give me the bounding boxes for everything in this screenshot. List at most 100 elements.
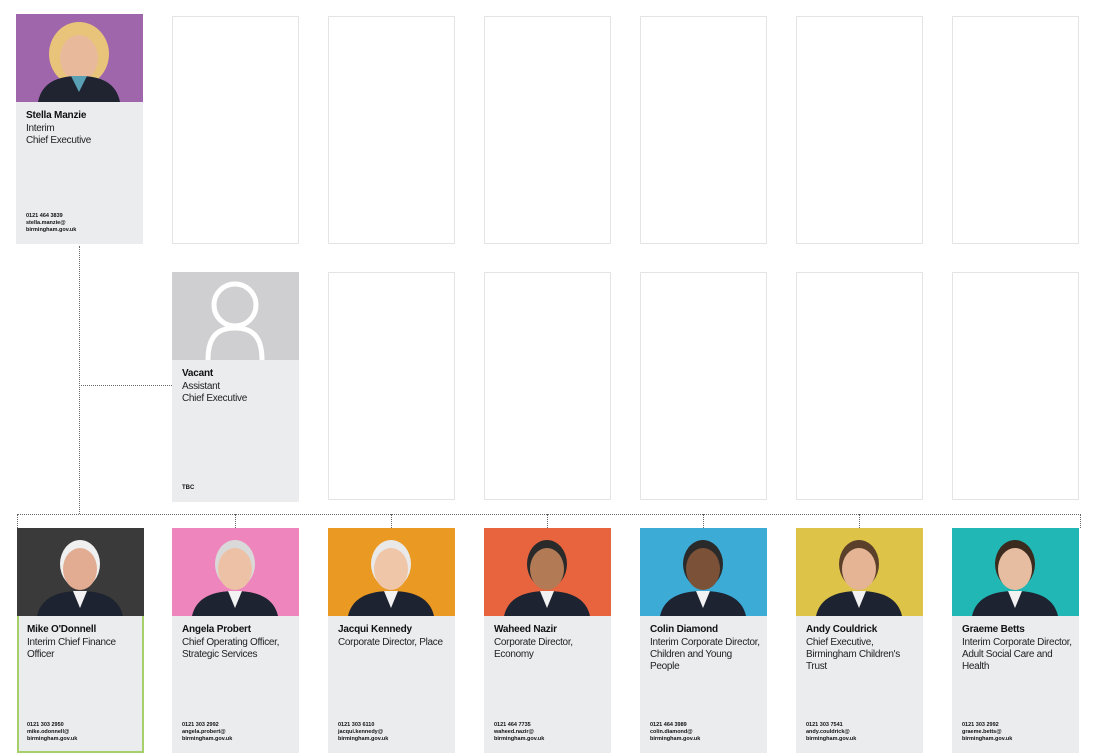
connector-line: [547, 514, 548, 528]
empty-slot: [640, 16, 767, 244]
person-name: Jacqui Kennedy: [338, 624, 412, 635]
phone-number: 0121 464 7735: [494, 722, 531, 728]
contact-details: 0121 303 2992 graeme.betts@ birmingham.gov…: [962, 722, 1012, 743]
job-title: Interim Corporate Director, Adult Social…: [962, 637, 1072, 672]
person-silhouette-icon: [38, 22, 120, 102]
email-domain: birmingham.gov.uk: [338, 736, 389, 742]
job-title: Interim Chief Finance Officer: [27, 637, 116, 660]
connector-line: [859, 514, 860, 528]
phone-number: 0121 303 2992: [962, 722, 999, 728]
email-address[interactable]: colin.diamond@: [650, 729, 700, 736]
email-domain: birmingham.gov.uk: [494, 736, 545, 742]
contact-details: 0121 303 2992 angela.probert@ birmingham.g…: [182, 722, 232, 743]
email-domain: birmingham.gov.uk: [806, 736, 857, 742]
person-name: Andy Couldrick: [806, 624, 878, 635]
connector-line: [79, 246, 80, 514]
contact-details: TBC: [182, 485, 194, 492]
org-card-vacant[interactable]: Vacant Assistant Chief Executive TBC: [172, 272, 299, 502]
contact-details: 0121 303 7541 andy.couldrick@ birmingham.g…: [806, 722, 856, 743]
contact-details: 0121 303 2950 mike.odonnell@ birmingham.go…: [27, 722, 77, 743]
email-domain: birmingham.gov.uk: [650, 736, 701, 742]
phone-number: 0121 303 7541: [806, 722, 843, 728]
person-silhouette-icon: [972, 540, 1058, 616]
job-title: Chief Executive, Birmingham Children's T…: [806, 637, 900, 672]
empty-slot: [952, 272, 1079, 500]
empty-slot: [328, 16, 455, 244]
phone-number: 0121 303 6110: [338, 722, 375, 728]
email-domain: birmingham.gov.uk: [26, 227, 77, 233]
contact-details: 0121 303 6110 jacqui.kennedy@ birmingham.g…: [338, 722, 388, 743]
portrait-photo: [484, 528, 611, 616]
person-silhouette-icon: [348, 540, 434, 616]
person-silhouette-icon: [37, 540, 123, 616]
empty-slot: [172, 16, 299, 244]
job-title: Corporate Director, Economy: [494, 637, 573, 660]
phone-number: 0121 464 3839: [26, 213, 63, 219]
connector-line: [79, 385, 172, 386]
phone-number: 0121 303 2992: [182, 722, 219, 728]
person-silhouette-icon: [816, 540, 902, 616]
empty-slot: [796, 272, 923, 500]
email-address[interactable]: angela.probert@: [182, 729, 232, 736]
contact-details: 0121 464 3839 stella.manzie@ birmingham.…: [26, 213, 76, 234]
org-card-director[interactable]: Graeme Betts Interim Corporate Director, …: [952, 528, 1079, 753]
person-silhouette-icon: [192, 540, 278, 616]
job-title-line: Chief Executive: [182, 393, 247, 404]
empty-slot: [796, 16, 923, 244]
org-card-director[interactable]: Mike O'Donnell Interim Chief Finance Offi…: [17, 528, 144, 753]
portrait-photo: [796, 528, 923, 616]
job-title: Assistant Chief Executive: [182, 381, 293, 405]
org-card-director[interactable]: Colin Diamond Interim Corporate Director,…: [640, 528, 767, 753]
job-title: Chief Operating Officer, Strategic Servi…: [182, 637, 280, 660]
phone-number: 0121 464 3989: [650, 722, 687, 728]
portrait-photo: [328, 528, 455, 616]
empty-slot: [952, 16, 1079, 244]
connector-line: [17, 514, 18, 528]
job-title: Interim Chief Executive: [26, 123, 137, 147]
org-card-director[interactable]: Andy Couldrick Chief Executive, Birmingha…: [796, 528, 923, 753]
email-address[interactable]: stella.manzie@: [26, 220, 76, 227]
job-title: Corporate Director, Place: [338, 637, 443, 648]
org-card-director[interactable]: Jacqui Kennedy Corporate Director, Place 0…: [328, 528, 455, 753]
portrait-photo: [172, 528, 299, 616]
person-name: Colin Diamond: [650, 624, 718, 635]
email-address[interactable]: waheed.nazir@: [494, 729, 544, 736]
org-card-chief-executive[interactable]: Stella Manzie Interim Chief Executive 01…: [16, 14, 143, 244]
avatar-placeholder-icon: [205, 281, 265, 360]
person-silhouette-icon: [660, 540, 746, 616]
empty-slot: [484, 16, 611, 244]
person-name: Stella Manzie: [26, 110, 87, 121]
connector-line: [235, 514, 236, 528]
org-card-director[interactable]: Waheed Nazir Corporate Director, Economy 0…: [484, 528, 611, 753]
phone-number: 0121 303 2950: [27, 722, 64, 728]
portrait-photo: [640, 528, 767, 616]
contact-details: 0121 464 3989 colin.diamond@ birmingham.go…: [650, 722, 700, 743]
email-address[interactable]: graeme.betts@: [962, 729, 1012, 736]
portrait-placeholder: [172, 272, 299, 360]
connector-line: [17, 514, 1081, 515]
empty-slot: [640, 272, 767, 500]
person-name: Graeme Betts: [962, 624, 1025, 635]
email-address[interactable]: andy.couldrick@: [806, 729, 856, 736]
job-title-line: Interim: [26, 123, 55, 134]
email-address[interactable]: jacqui.kennedy@: [338, 729, 388, 736]
person-name: Vacant: [182, 368, 214, 379]
job-title: Interim Corporate Director, Children and…: [650, 637, 760, 672]
empty-slot: [328, 272, 455, 500]
email-address[interactable]: mike.odonnell@: [27, 729, 77, 736]
person-name: Waheed Nazir: [494, 624, 557, 635]
job-title-line: Chief Executive: [26, 135, 91, 146]
connector-line: [1080, 514, 1081, 528]
person-name: Mike O'Donnell: [27, 624, 97, 635]
portrait-photo: [16, 14, 143, 102]
person-silhouette-icon: [504, 540, 590, 616]
connector-line: [703, 514, 704, 528]
org-card-director[interactable]: Angela Probert Chief Operating Officer, S…: [172, 528, 299, 753]
email-domain: birmingham.gov.uk: [962, 736, 1013, 742]
portrait-photo: [952, 528, 1079, 616]
person-name: Angela Probert: [182, 624, 251, 635]
contact-details: 0121 464 7735 waheed.nazir@ birmingham.gov…: [494, 722, 544, 743]
email-domain: birmingham.gov.uk: [182, 736, 233, 742]
email-domain: birmingham.gov.uk: [27, 736, 78, 742]
job-title-line: Assistant: [182, 381, 220, 392]
